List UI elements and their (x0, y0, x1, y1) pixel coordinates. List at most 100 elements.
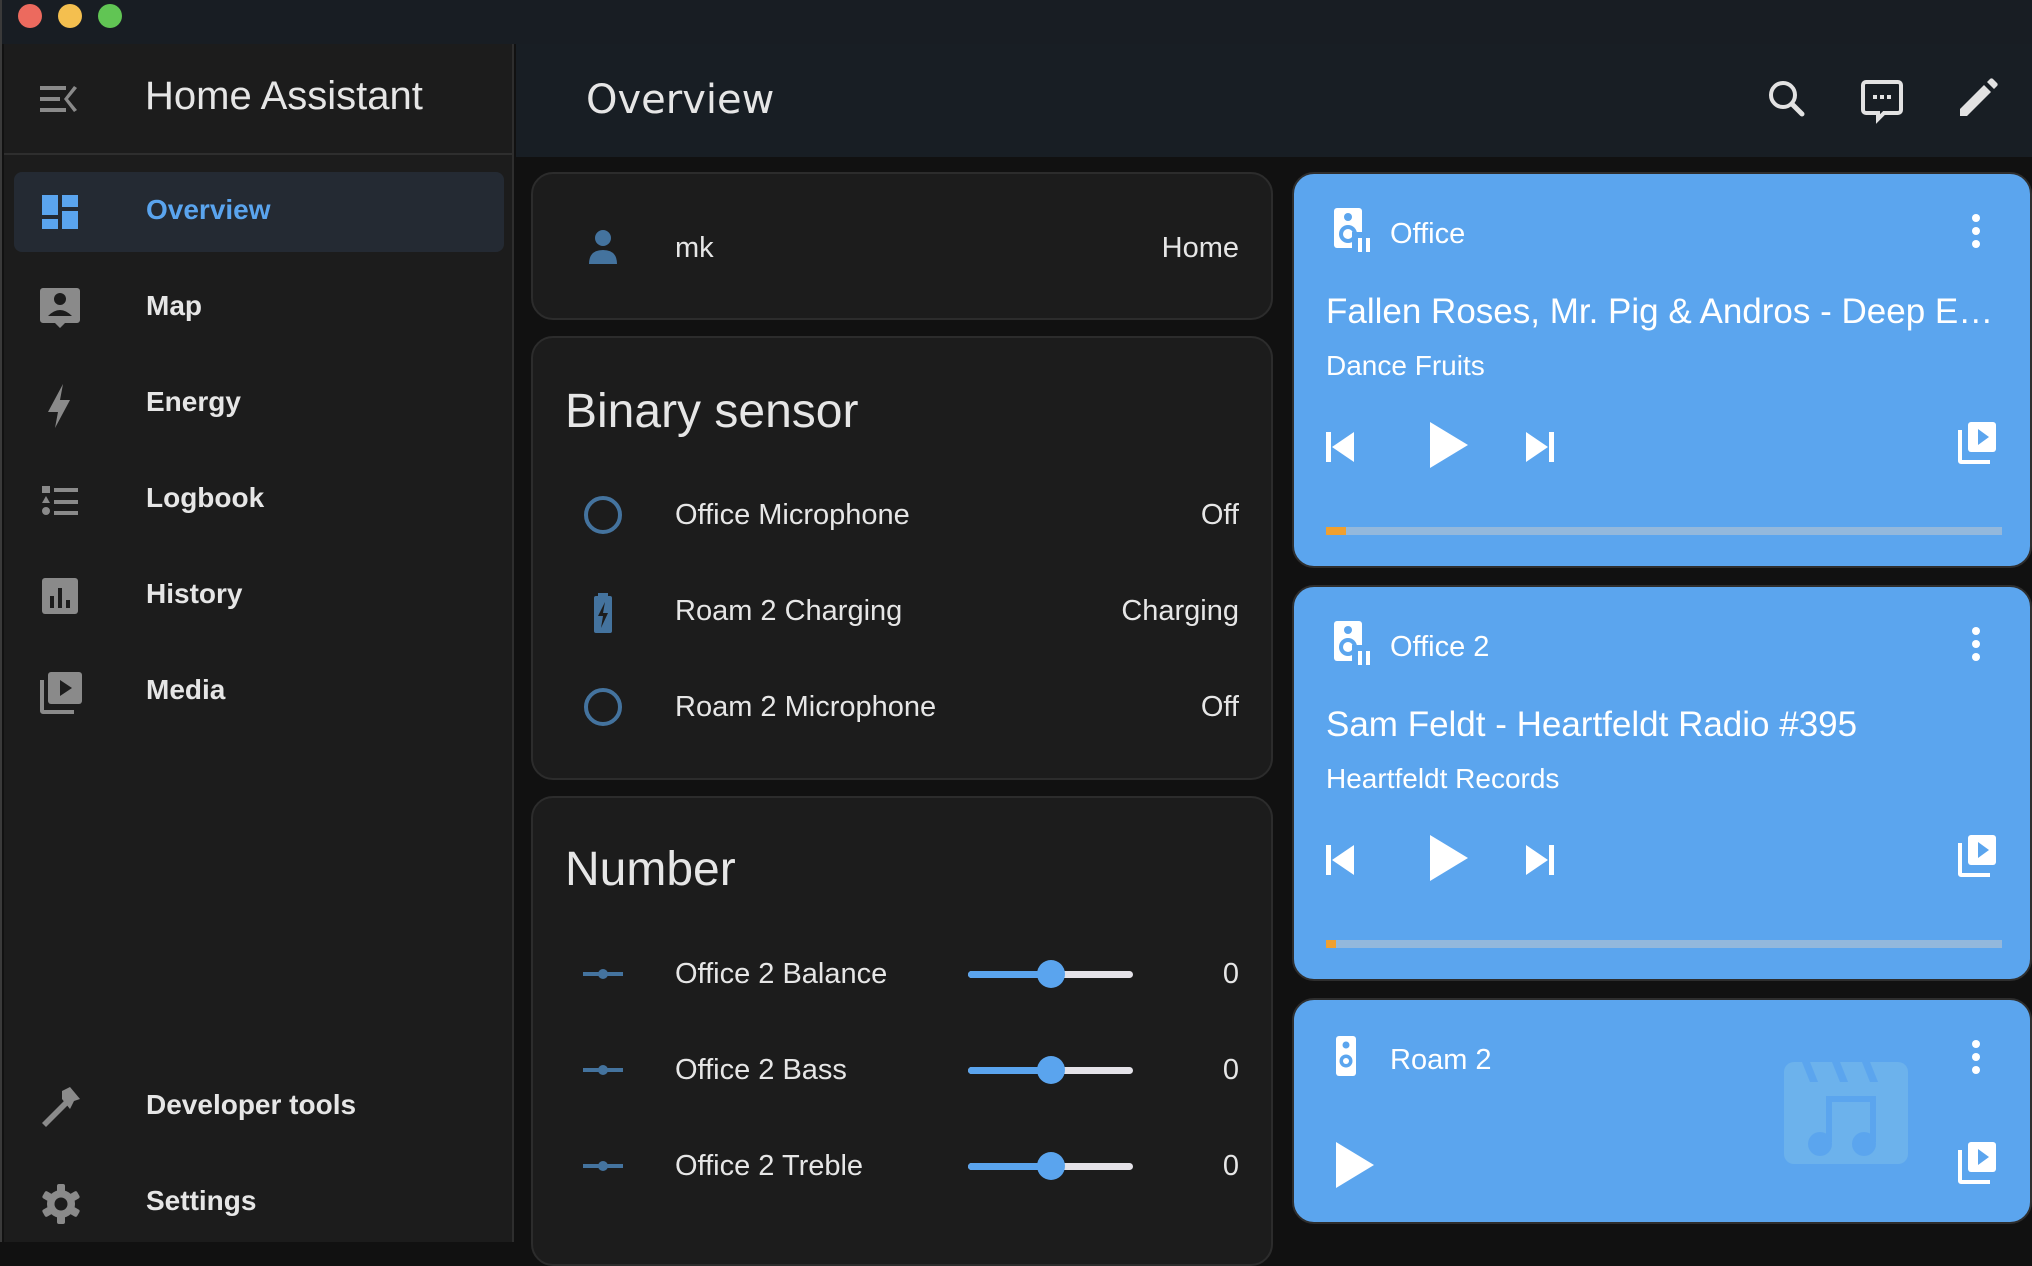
hammer-icon (40, 1087, 80, 1127)
number-row: Office 2 Balance 0 (533, 944, 1271, 1004)
play-icon (1430, 422, 1468, 468)
next-track-button[interactable] (1522, 837, 1572, 887)
person-name: mk (675, 232, 714, 264)
sidebar-item-label: Energy (146, 386, 241, 417)
movie-open-music-icon (1784, 1062, 1908, 1164)
entity-name: Office 2 Bass (675, 1054, 847, 1086)
entity-name: Office 2 Balance (675, 958, 888, 990)
media-progress-fill (1326, 527, 1347, 535)
entity-state: Off (1200, 691, 1239, 723)
browse-media-button[interactable] (1958, 1142, 2008, 1192)
entity-value: 0 (1222, 1054, 1239, 1086)
account-icon (583, 228, 623, 268)
dots-vertical-icon (1972, 1040, 1980, 1074)
sidebar-item-label: Map (146, 290, 202, 321)
speaker-pause-icon (1334, 621, 1374, 669)
chart-box-icon (40, 576, 80, 616)
bass-slider[interactable] (968, 1056, 1133, 1084)
app-window: Home Assistant Overview Map Energy Logbo (0, 0, 2032, 1266)
cog-icon (40, 1183, 80, 1224)
browse-media-button[interactable] (1958, 835, 2008, 885)
media-artist: Dance Fruits (1326, 350, 1485, 381)
sidebar: Home Assistant Overview Map Energy Logbo (4, 44, 514, 1242)
window-close-button[interactable] (18, 4, 42, 28)
speaker-pause-icon (1334, 208, 1374, 256)
card-title: Binary sensor (565, 385, 859, 438)
slider-thumb[interactable] (1036, 1056, 1065, 1084)
entity-state: Charging (1121, 595, 1239, 627)
treble-slider[interactable] (968, 1152, 1133, 1180)
more-options-button[interactable] (1966, 1036, 1986, 1082)
sidebar-item-settings[interactable]: Settings (14, 1163, 504, 1243)
media-player-name: Office (1390, 218, 1466, 250)
person-state: Home (1161, 232, 1239, 264)
sidebar-item-label: Overview (146, 194, 271, 225)
sidebar-item-media[interactable]: Media (14, 652, 504, 732)
ray-vertex-icon (583, 954, 623, 994)
slider-thumb[interactable] (1036, 960, 1065, 988)
number-row: Office 2 Treble 0 (533, 1136, 1271, 1196)
assist-button[interactable] (1857, 74, 1907, 124)
sidebar-item-overview[interactable]: Overview (14, 172, 504, 252)
play-icon (1336, 1142, 1374, 1188)
window-titlebar (2, 0, 2032, 44)
app-title: Home Assistant (145, 74, 423, 118)
sidebar-item-map[interactable]: Map (14, 268, 504, 348)
play-button[interactable] (1422, 420, 1472, 470)
sidebar-header: Home Assistant (4, 44, 512, 155)
more-options-button[interactable] (1966, 210, 1986, 256)
media-progress-bar[interactable] (1326, 940, 2002, 948)
balance-slider[interactable] (968, 960, 1133, 988)
sidebar-item-developer-tools[interactable]: Developer tools (14, 1067, 504, 1147)
slider-thumb[interactable] (1036, 1152, 1065, 1180)
play-button[interactable] (1422, 833, 1472, 883)
play-box-multiple-icon (1958, 1142, 1996, 1184)
magnify-icon (1769, 81, 1805, 117)
entity-row[interactable]: mk Home (533, 218, 1271, 278)
play-button[interactable] (1332, 1140, 1382, 1190)
checkbox-blank-circle-outline-icon (583, 495, 623, 535)
entity-row[interactable]: Roam 2 Microphone Off (533, 677, 1271, 737)
comment-processing-outline-icon (1861, 80, 1903, 124)
account-box-marker-icon (40, 288, 80, 328)
entity-name: Office 2 Treble (675, 1150, 864, 1182)
previous-track-button[interactable] (1322, 424, 1372, 474)
previous-track-button[interactable] (1322, 837, 1372, 887)
entity-row[interactable]: Roam 2 Charging Charging (533, 581, 1271, 641)
number-card: Number Office 2 Balance 0 Office 2 Bass (531, 796, 1273, 1266)
entity-value: 0 (1222, 1150, 1239, 1182)
play-box-multiple-icon (1958, 835, 1996, 877)
media-card-office: Office Fallen Roses, Mr. Pig & Andros - … (1292, 172, 2032, 568)
entity-name: Roam 2 Charging (675, 595, 903, 627)
window-minimize-button[interactable] (58, 4, 82, 28)
speaker-icon (1334, 1036, 1374, 1084)
browse-media-button[interactable] (1958, 422, 2008, 472)
media-title: Fallen Roses, Mr. Pig & Andros - Deep En… (1326, 292, 2006, 331)
window-maximize-button[interactable] (98, 4, 122, 28)
sidebar-item-logbook[interactable]: Logbook (14, 460, 504, 540)
media-artist: Heartfeldt Records (1326, 763, 1560, 794)
search-button[interactable] (1762, 74, 1812, 124)
menu-open-icon[interactable] (40, 84, 80, 114)
sidebar-item-label: Media (146, 674, 226, 705)
play-icon (1430, 835, 1468, 881)
sidebar-item-label: Developer tools (146, 1089, 357, 1120)
skip-previous-icon (1326, 432, 1354, 462)
entity-value: 0 (1222, 958, 1239, 990)
media-card-office-2: Office 2 Sam Feldt - Heartfeldt Radio #3… (1292, 585, 2032, 981)
binary-sensor-card: Binary sensor Office Microphone Off Roam… (531, 336, 1273, 780)
dots-vertical-icon (1972, 214, 1980, 248)
skip-previous-icon (1326, 845, 1354, 875)
media-card-roam-2: Roam 2 (1292, 998, 2032, 1224)
media-progress-fill (1326, 940, 1337, 948)
more-options-button[interactable] (1966, 623, 1986, 669)
sidebar-item-history[interactable]: History (14, 556, 504, 636)
entity-name: Office Microphone (675, 499, 910, 531)
entity-row[interactable]: Office Microphone Off (533, 485, 1271, 545)
sidebar-item-label: Logbook (146, 482, 265, 513)
media-progress-bar[interactable] (1326, 527, 2002, 535)
next-track-button[interactable] (1522, 424, 1572, 474)
dots-vertical-icon (1972, 627, 1980, 661)
sidebar-item-energy[interactable]: Energy (14, 364, 504, 444)
edit-button[interactable] (1952, 74, 2002, 124)
